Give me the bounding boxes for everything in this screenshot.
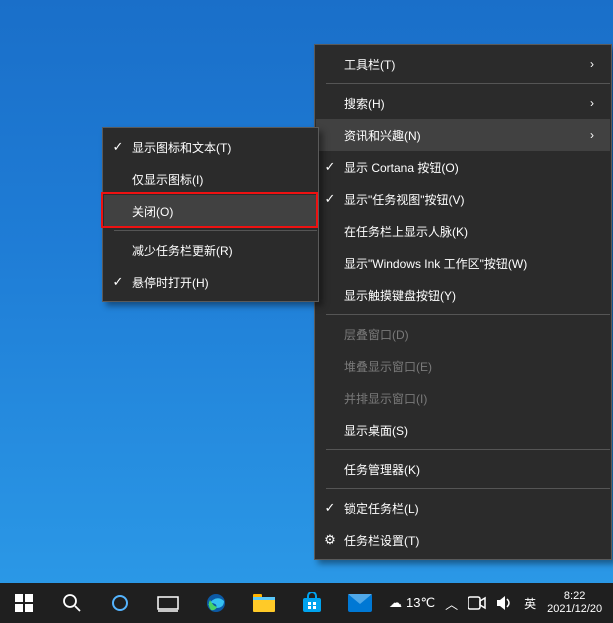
submenu-item-icon-and-text[interactable]: ✓ 显示图标和文本(T) xyxy=(104,131,317,163)
chevron-right-icon: › xyxy=(580,57,594,71)
taskbar-context-menu: ✓ 工具栏(T) › ✓ 搜索(H) › ✓ 资讯和兴趣(N) › ✓ 显示 C… xyxy=(314,44,612,560)
chevron-right-icon: › xyxy=(580,96,594,110)
cortana-button[interactable] xyxy=(96,583,144,623)
tray-clock[interactable]: 8:22 2021/12/20 xyxy=(541,590,608,616)
menu-label: 显示图标和文本(T) xyxy=(132,139,301,156)
menu-label: 显示桌面(S) xyxy=(344,422,594,439)
menu-label: 锁定任务栏(L) xyxy=(344,500,594,517)
submenu-item-open-on-hover[interactable]: ✓ 悬停时打开(H) xyxy=(104,266,317,298)
start-button[interactable] xyxy=(0,583,48,623)
gear-icon: ⚙ xyxy=(316,532,344,548)
submenu-item-icon-only[interactable]: ✓ 仅显示图标(I) xyxy=(104,163,317,195)
menu-item-sidebyside: ✓ 并排显示窗口(I) xyxy=(316,382,610,414)
search-button[interactable] xyxy=(48,583,96,623)
check-icon: ✓ xyxy=(104,139,132,155)
menu-item-show-taskview[interactable]: ✓ 显示"任务视图"按钮(V) xyxy=(316,183,610,215)
menu-label: 堆叠显示窗口(E) xyxy=(344,358,594,375)
menu-separator xyxy=(326,83,610,84)
menu-label: 任务栏设置(T) xyxy=(344,532,594,549)
chevron-right-icon: › xyxy=(580,128,594,142)
check-icon: ✓ xyxy=(316,500,344,516)
tray-meet-now[interactable] xyxy=(463,583,491,623)
weather-text: 13℃ xyxy=(406,595,435,611)
menu-separator xyxy=(326,449,610,450)
search-icon xyxy=(62,593,82,613)
tray-ime[interactable]: 英 xyxy=(519,583,541,623)
menu-label: 层叠窗口(D) xyxy=(344,326,594,343)
speaker-icon xyxy=(496,595,514,611)
taskbar-right: ☁ 13℃ ︿ 英 8:22 2021/12/20 xyxy=(384,583,613,623)
store-icon xyxy=(301,592,323,614)
submenu-item-reduce-updates[interactable]: ✓ 减少任务栏更新(R) xyxy=(104,234,317,266)
check-icon: ✓ xyxy=(316,191,344,207)
menu-label: 显示"Windows Ink 工作区"按钮(W) xyxy=(344,255,594,272)
submenu-item-turn-off[interactable]: ✓ 关闭(O) xyxy=(104,195,317,227)
menu-item-show-ink[interactable]: ✓ 显示"Windows Ink 工作区"按钮(W) xyxy=(316,247,610,279)
menu-label: 悬停时打开(H) xyxy=(132,274,301,291)
edge-icon xyxy=(205,592,227,614)
taskbar: ☁ 13℃ ︿ 英 8:22 2021/12/20 xyxy=(0,583,613,623)
menu-item-stacked: ✓ 堆叠显示窗口(E) xyxy=(316,350,610,382)
menu-label: 任务管理器(K) xyxy=(344,461,594,478)
menu-separator xyxy=(114,230,317,231)
taskview-icon xyxy=(157,594,179,612)
taskbar-left xyxy=(0,583,384,623)
camera-icon xyxy=(468,596,486,610)
menu-label: 显示"任务视图"按钮(V) xyxy=(344,191,594,208)
mail-button[interactable] xyxy=(336,583,384,623)
mail-icon xyxy=(348,594,372,612)
menu-separator xyxy=(326,488,610,489)
check-icon: ✓ xyxy=(316,159,344,175)
taskview-button[interactable] xyxy=(144,583,192,623)
file-explorer-button[interactable] xyxy=(240,583,288,623)
menu-label: 关闭(O) xyxy=(132,203,301,220)
weather-widget[interactable]: ☁ 13℃ xyxy=(384,583,440,623)
menu-item-show-touchkeyboard[interactable]: ✓ 显示触摸键盘按钮(Y) xyxy=(316,279,610,311)
windows-logo-icon xyxy=(15,594,33,612)
menu-item-search[interactable]: ✓ 搜索(H) › xyxy=(316,87,610,119)
menu-label: 工具栏(T) xyxy=(344,56,580,73)
menu-item-show-people[interactable]: ✓ 在任务栏上显示人脉(K) xyxy=(316,215,610,247)
menu-label: 资讯和兴趣(N) xyxy=(344,127,580,144)
action-center-button[interactable]: 1 xyxy=(608,583,613,623)
clock-time: 8:22 xyxy=(564,590,585,603)
news-interests-submenu: ✓ 显示图标和文本(T) ✓ 仅显示图标(I) ✓ 关闭(O) ✓ 减少任务栏更… xyxy=(102,127,319,302)
ime-language: 英 xyxy=(524,595,536,612)
menu-item-taskbar-settings[interactable]: ⚙ 任务栏设置(T) xyxy=(316,524,610,556)
menu-label: 减少任务栏更新(R) xyxy=(132,242,301,259)
menu-item-news-interests[interactable]: ✓ 资讯和兴趣(N) › xyxy=(316,119,610,151)
menu-label: 搜索(H) xyxy=(344,95,580,112)
cortana-icon xyxy=(110,593,130,613)
menu-item-toolbars[interactable]: ✓ 工具栏(T) › xyxy=(316,48,610,80)
menu-separator xyxy=(326,314,610,315)
menu-item-show-desktop[interactable]: ✓ 显示桌面(S) xyxy=(316,414,610,446)
folder-icon xyxy=(253,594,275,612)
check-icon: ✓ xyxy=(104,274,132,290)
microsoft-store-button[interactable] xyxy=(288,583,336,623)
menu-item-show-cortana[interactable]: ✓ 显示 Cortana 按钮(O) xyxy=(316,151,610,183)
tray-volume[interactable] xyxy=(491,583,519,623)
menu-item-cascade: ✓ 层叠窗口(D) xyxy=(316,318,610,350)
menu-label: 显示 Cortana 按钮(O) xyxy=(344,159,594,176)
weather-icon: ☁ xyxy=(389,595,402,611)
edge-button[interactable] xyxy=(192,583,240,623)
menu-label: 在任务栏上显示人脉(K) xyxy=(344,223,594,240)
menu-item-lock-taskbar[interactable]: ✓ 锁定任务栏(L) xyxy=(316,492,610,524)
menu-label: 仅显示图标(I) xyxy=(132,171,301,188)
menu-label: 并排显示窗口(I) xyxy=(344,390,594,407)
clock-date: 2021/12/20 xyxy=(547,603,602,616)
menu-item-task-manager[interactable]: ✓ 任务管理器(K) xyxy=(316,453,610,485)
menu-label: 显示触摸键盘按钮(Y) xyxy=(344,287,594,304)
chevron-up-icon: ︿ xyxy=(445,594,458,613)
tray-overflow-button[interactable]: ︿ xyxy=(440,583,463,623)
